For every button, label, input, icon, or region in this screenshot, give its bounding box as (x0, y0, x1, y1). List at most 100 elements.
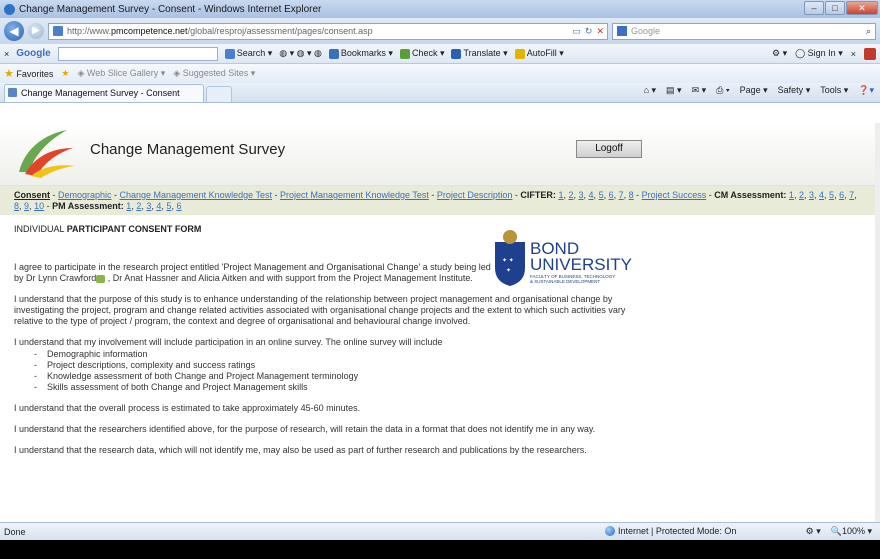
consent-paragraph-4: I understand that the overall process is… (14, 403, 361, 413)
nav-cm-3[interactable]: 3 (809, 190, 814, 200)
back-button[interactable]: ◀ (4, 21, 24, 41)
toolbar-close-right-icon[interactable]: × (851, 49, 856, 59)
star-icon (328, 48, 339, 59)
nav-demographic[interactable]: Demographic (58, 190, 112, 200)
vertical-scrollbar[interactable] (875, 123, 880, 522)
zone-settings-icon[interactable]: ⚙ ▾ (806, 526, 821, 537)
forward-button[interactable]: ▶ (28, 23, 44, 39)
check-icon (399, 48, 410, 59)
home-icon[interactable]: ⌂ ▾ (644, 85, 656, 96)
translate-icon (451, 48, 462, 59)
nav-cm-4[interactable]: 4 (819, 190, 824, 200)
tab-consent[interactable]: Change Management Survey - Consent (4, 84, 204, 102)
page-menu[interactable]: Page ▾ (740, 85, 768, 96)
suggested-sites-link[interactable]: ◈ Suggested Sites ▾ (173, 68, 255, 79)
autofill-icon (514, 48, 525, 59)
maximize-button[interactable]: □ (825, 1, 845, 15)
toolbar-close-icon[interactable]: × (4, 49, 9, 59)
nav-pm-4[interactable]: 4 (156, 201, 161, 211)
nav-cifter-4[interactable]: 4 (589, 190, 594, 200)
google-brand: Google (16, 48, 51, 59)
favorites-button[interactable]: ★ Favorites (4, 67, 53, 80)
minimize-button[interactable]: – (804, 1, 824, 15)
feeds-icon[interactable]: ▤ ▾ (666, 85, 682, 96)
url-field[interactable]: http://www. pmcompetence.net/global/respr… (48, 22, 608, 40)
contact-icon[interactable] (96, 274, 106, 283)
search-button[interactable]: Search ▾ (224, 48, 272, 59)
stop-icon[interactable]: ✕ (596, 24, 604, 39)
check-button[interactable]: Check ▾ (399, 48, 444, 59)
list-item: Skills assessment of both Change and Pro… (34, 382, 866, 393)
bond-university-logo: ✦ ✦ ✦ BOND UNIVERSITY FACULTY OF BUSINES… (495, 230, 632, 286)
mail-icon[interactable]: ✉ ▾ (692, 85, 707, 96)
nav-pm-2[interactable]: 2 (136, 201, 141, 211)
consent-paragraph-2: I understand that the purpose of this st… (14, 294, 626, 326)
print-icon[interactable]: ⎙ ▾ (716, 85, 729, 96)
search-icon[interactable]: ⌕ (866, 24, 875, 39)
nav-cifter-5[interactable]: 5 (599, 190, 604, 200)
nav-pm-5[interactable]: 5 (166, 201, 171, 211)
search-input[interactable]: Google ⌕ (612, 22, 876, 40)
nav-pm-knowledge[interactable]: Project Management Knowledge Test (280, 190, 429, 200)
title-bar: Change Management Survey - Consent - Win… (0, 0, 880, 18)
nav-cifter-6[interactable]: 6 (609, 190, 614, 200)
screen-bottom-bar (0, 540, 880, 559)
autofill-button[interactable]: AutoFill ▾ (514, 48, 564, 59)
compat-icon[interactable]: ▭ (572, 24, 581, 39)
nav-consent[interactable]: Consent (14, 190, 50, 200)
close-button[interactable]: ✕ (846, 1, 878, 15)
help-icon[interactable]: ❓▾ (858, 85, 874, 96)
consent-paragraph-1: I agree to participate in the research p… (14, 262, 491, 283)
refresh-icon[interactable]: ↻ (585, 24, 593, 39)
nav-cifter-3[interactable]: 3 (579, 190, 584, 200)
nav-cifter-8[interactable]: 8 (629, 190, 634, 200)
acrobat-icon[interactable] (864, 47, 876, 60)
nav-cm-2[interactable]: 2 (799, 190, 804, 200)
command-bar: ⌂ ▾ ▤ ▾ ✉ ▾ ⎙ ▾ Page ▾ Safety ▾ Tools ▾ … (644, 85, 874, 96)
safety-menu[interactable]: Safety ▾ (778, 85, 811, 96)
signin-button[interactable]: ◯ Sign In ▾ (795, 48, 843, 59)
logoff-button[interactable]: Logoff (576, 140, 642, 158)
bookmarks-button[interactable]: Bookmarks ▾ (328, 48, 393, 59)
google-search-icon (224, 48, 235, 59)
nav-cm-5[interactable]: 5 (829, 190, 834, 200)
nav-cm-7[interactable]: 7 (849, 190, 854, 200)
favorites-star-icon: ★ (4, 68, 14, 80)
consent-paragraph-6: I understand that the research data, whi… (14, 445, 587, 455)
nav-cm-10[interactable]: 10 (34, 201, 44, 211)
nav-pm-1[interactable]: 1 (126, 201, 131, 211)
nav-pm-3[interactable]: 3 (146, 201, 151, 211)
nav-cm-knowledge[interactable]: Change Management Knowledge Test (120, 190, 272, 200)
security-zone[interactable]: Internet | Protected Mode: On (605, 526, 736, 536)
nav-cm-6[interactable]: 6 (839, 190, 844, 200)
web-slice-link[interactable]: ◈ Web Slice Gallery ▾ (77, 68, 165, 79)
favorites-bar: ★ Favorites ★ ◈ Web Slice Gallery ▾ ◈ Su… (0, 64, 880, 83)
pm-assessment-label: PM Assessment: (52, 201, 124, 211)
site-header: Change Management Survey Logoff (0, 123, 880, 186)
globe-icon (605, 526, 615, 536)
wrench-icon[interactable]: ⚙ ▾ (772, 48, 787, 59)
url-path: /global/resproj/assessment/pages/consent… (187, 25, 373, 36)
tools-menu[interactable]: Tools ▾ (820, 85, 848, 96)
cm-assessment-label: CM Assessment: (714, 190, 787, 200)
add-favorite-icon[interactable]: ★ (61, 68, 69, 79)
new-tab-button[interactable] (206, 86, 232, 102)
zoom-control[interactable]: ⚙ ▾ 🔍100% ▾ (806, 526, 872, 537)
list-item: Project descriptions, complexity and suc… (34, 360, 866, 371)
nav-pm-6[interactable]: 6 (176, 201, 181, 211)
nav-cm-8[interactable]: 8 (14, 201, 19, 211)
consent-form: INDIVIDUAL PARTICIPANT CONSENT FORM ✦ ✦ … (0, 224, 880, 456)
nav-cm-1[interactable]: 1 (789, 190, 794, 200)
nav-cifter-1[interactable]: 1 (558, 190, 563, 200)
nav-cm-9[interactable]: 9 (24, 201, 29, 211)
nav-project-description[interactable]: Project Description (437, 190, 513, 200)
nav-project-success[interactable]: Project Success (642, 190, 707, 200)
nav-cifter-7[interactable]: 7 (619, 190, 624, 200)
page-content: Change Management Survey Logoff Consent … (0, 123, 880, 522)
translate-button[interactable]: Translate ▾ (451, 48, 508, 59)
toolbar-icons[interactable]: ◍ ▾ ◍ ▾ ◍ (279, 48, 322, 59)
nav-cifter-2[interactable]: 2 (568, 190, 573, 200)
google-search-input[interactable] (57, 46, 218, 61)
zoom-level[interactable]: 🔍100% ▾ (831, 526, 872, 537)
ie-icon (4, 3, 15, 15)
